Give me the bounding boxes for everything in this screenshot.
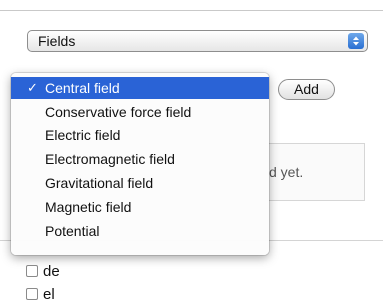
- menu-item-label: Central field: [45, 80, 120, 96]
- menu-item-central-field[interactable]: ✓ Central field: [11, 77, 269, 99]
- page: Fields Add d yet. ✓ Central field Conser…: [0, 0, 383, 308]
- menu-item-conservative-force-field[interactable]: Conservative force field: [11, 101, 269, 123]
- menu-item-label: Electromagnetic field: [45, 151, 175, 167]
- menu-item-magnetic-field[interactable]: Magnetic field: [11, 196, 269, 218]
- background-panel-text: d yet.: [269, 164, 304, 180]
- checkbox-label: de: [43, 263, 60, 280]
- checkbox-label: el: [43, 286, 55, 303]
- menu-item-label: Gravitational field: [45, 175, 154, 191]
- fields-dropdown-menu: ✓ Central field Conservative force field…: [11, 73, 269, 255]
- fields-select-value: Fields: [38, 33, 76, 49]
- menu-item-potential[interactable]: Potential: [11, 220, 269, 242]
- checkbox[interactable]: [26, 265, 38, 277]
- menu-item-label: Conservative force field: [45, 104, 192, 120]
- menu-item-label: Potential: [45, 223, 100, 239]
- menu-item-label: Electric field: [45, 127, 121, 143]
- checkbox[interactable]: [26, 288, 38, 300]
- select-arrows-icon: [348, 33, 364, 49]
- menu-item-electric-field[interactable]: Electric field: [11, 124, 269, 146]
- top-divider: [0, 10, 383, 11]
- fields-select[interactable]: Fields: [27, 30, 368, 52]
- menu-item-electromagnetic-field[interactable]: Electromagnetic field: [11, 148, 269, 170]
- menu-item-label: Magnetic field: [45, 199, 132, 215]
- menu-item-gravitational-field[interactable]: Gravitational field: [11, 172, 269, 194]
- add-button[interactable]: Add: [278, 79, 335, 100]
- checkmark-icon: ✓: [27, 80, 38, 95]
